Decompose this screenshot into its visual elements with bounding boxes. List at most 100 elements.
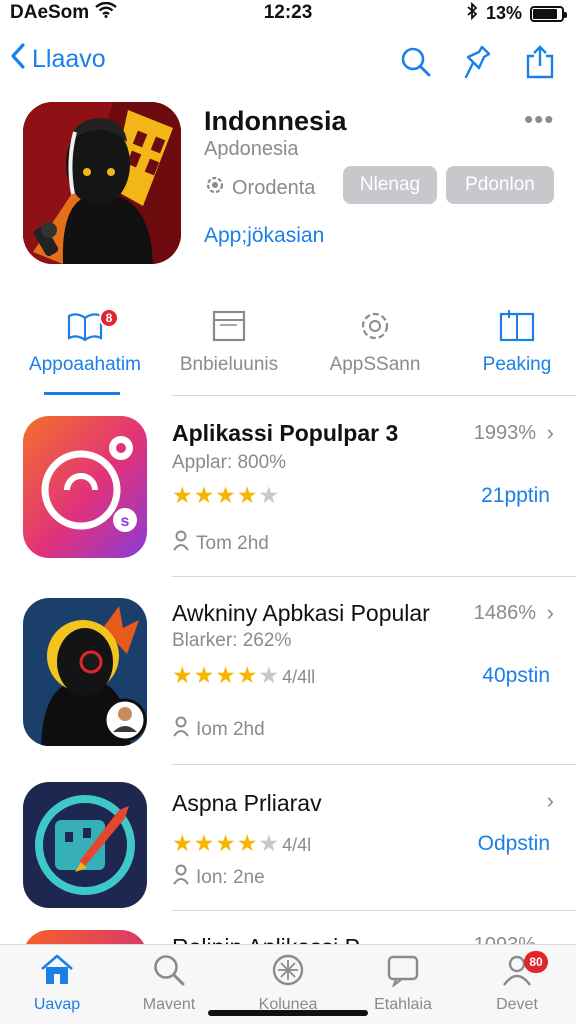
search-icon xyxy=(152,953,186,992)
battery-fill xyxy=(533,8,557,19)
meta-text: Ion: 2ne xyxy=(196,867,265,888)
pin-icon[interactable] xyxy=(460,42,496,82)
tab-label: Appoaahatim xyxy=(29,354,141,375)
battery-percent: 13% xyxy=(485,3,522,23)
battery-icon xyxy=(530,5,567,22)
tabbar-item-2[interactable]: Kolunea xyxy=(233,953,343,1014)
star-filled-icon: ★ xyxy=(172,662,194,688)
nav-bar: Llaavo xyxy=(0,38,576,86)
tabbar-badge: 80 xyxy=(524,951,548,973)
gear-icon xyxy=(204,174,226,202)
tabbar-item-4[interactable]: 80 Devet xyxy=(462,951,572,1014)
rating-extra: 4/4ll xyxy=(282,667,316,687)
app-icon[interactable] xyxy=(23,102,181,264)
item-meta: Ion: 2ne xyxy=(172,864,265,892)
tab-badge: 8 xyxy=(99,308,119,328)
item-title: Aplikassi Populpar 3 xyxy=(172,420,399,446)
chat-icon xyxy=(386,953,420,992)
app-icon[interactable] xyxy=(23,598,147,746)
item-subtitle: Applar: 800% xyxy=(172,452,287,473)
gear-icon xyxy=(357,304,393,348)
divider xyxy=(172,576,576,577)
tab-2[interactable]: AppSSann xyxy=(300,304,450,396)
star-filled-icon: ★ xyxy=(215,482,237,508)
star-rating: ★★★★★ xyxy=(172,482,280,509)
star-empty-icon: ★ xyxy=(258,662,281,688)
nav-actions xyxy=(398,42,558,82)
home-indicator[interactable] xyxy=(208,1010,368,1016)
star-empty-icon: ★ xyxy=(258,830,281,856)
rating-extra: 4/4l xyxy=(282,835,312,855)
back-button[interactable]: Llaavo xyxy=(10,42,106,77)
person-icon xyxy=(172,864,190,892)
get-button[interactable]: 21pptin xyxy=(481,484,550,508)
get-button[interactable]: Odpstin xyxy=(478,832,550,856)
action-button-1[interactable]: Nlenag xyxy=(343,166,437,204)
tabbar-item-1[interactable]: Mavent xyxy=(114,953,224,1014)
star-filled-icon: ★ xyxy=(236,662,259,688)
tab-underline xyxy=(44,392,120,395)
segment-tabs: 8 Appoaahatim Bnbieluunis AppSSann Peaki… xyxy=(0,304,576,396)
tab-label: Bnbieluunis xyxy=(179,354,279,375)
app-icon[interactable]: s xyxy=(23,416,147,558)
item-rank: 1993% xyxy=(473,422,536,444)
action-button-2[interactable]: Pdonlon xyxy=(446,166,554,204)
star-filled-icon: ★ xyxy=(215,830,237,856)
app-icon[interactable] xyxy=(23,782,147,908)
meta-text: Tom 2hd xyxy=(196,533,269,554)
divider xyxy=(172,395,576,396)
developer-row: Orodenta xyxy=(204,174,315,202)
back-label: Llaavo xyxy=(32,45,106,73)
chevron-left-icon xyxy=(10,42,26,77)
app-subtitle: Apdonesia xyxy=(204,138,299,160)
tab-3[interactable]: Peaking xyxy=(442,304,576,396)
item-subtitle: Blarker: 262% xyxy=(172,630,292,651)
app-title: Indonnesia xyxy=(204,106,347,136)
star-filled-icon: ★ xyxy=(193,662,216,688)
tab-1[interactable]: Bnbieluunis xyxy=(154,304,304,396)
chevron-right-icon[interactable]: › xyxy=(547,788,554,814)
share-icon[interactable] xyxy=(522,42,558,82)
more-options-button[interactable]: ••• xyxy=(524,104,554,135)
home-icon xyxy=(39,953,75,992)
tabbar-item-3[interactable]: Etahlaia xyxy=(348,953,458,1014)
person-icon xyxy=(172,716,190,744)
tabbar-label: Mavent xyxy=(142,996,196,1013)
developer-name: Orodenta xyxy=(232,176,316,199)
star-filled-icon: ★ xyxy=(236,482,259,508)
star-filled-icon: ★ xyxy=(172,482,194,508)
chevron-right-icon[interactable]: › xyxy=(547,600,554,626)
compass-icon xyxy=(271,953,305,992)
bluetooth-icon xyxy=(466,1,478,25)
svg-text:s: s xyxy=(121,513,130,530)
star-rating: ★★★★★ 4/4l xyxy=(172,830,311,857)
star-filled-icon: ★ xyxy=(236,830,259,856)
status-right: 13% xyxy=(466,1,567,25)
item-rank: 1486% xyxy=(473,602,536,624)
panel-icon xyxy=(497,304,537,348)
star-filled-icon: ★ xyxy=(172,830,194,856)
item-meta: Iom 2hd xyxy=(172,716,265,744)
book-icon: 8 xyxy=(65,304,119,348)
status-bar: DAeSom 12:23 13% xyxy=(0,0,576,26)
meta-text: Iom 2hd xyxy=(196,719,265,740)
app-link[interactable]: App;jökasian xyxy=(204,224,324,248)
item-title: Aspna Prliarav xyxy=(172,790,322,816)
chevron-right-icon[interactable]: › xyxy=(547,420,554,446)
tabbar-item-0[interactable]: Uavap xyxy=(2,953,112,1014)
list-item[interactable]: s Aplikassi Populpar 3 1993% › Applar: 8… xyxy=(0,414,576,584)
star-filled-icon: ★ xyxy=(215,662,237,688)
person-icon xyxy=(172,530,190,558)
list-item[interactable]: Aspna Prliarav › ★★★★★ 4/4l Odpstin Ion: … xyxy=(0,782,576,916)
list-item[interactable]: Awkniny Apbkasi Popular 1486% › Blarker:… xyxy=(0,596,576,766)
tab-0[interactable]: 8 Appoaahatim xyxy=(10,304,160,396)
star-filled-icon: ★ xyxy=(193,830,216,856)
get-button[interactable]: 40pstin xyxy=(482,664,550,688)
search-icon[interactable] xyxy=(398,42,434,82)
tabbar-label: Devet xyxy=(496,996,538,1013)
item-meta: Tom 2hd xyxy=(172,530,269,558)
tabbar-label: Etahlaia xyxy=(374,996,432,1013)
star-filled-icon: ★ xyxy=(193,482,216,508)
app-header: Indonnesia ••• Apdonesia Orodenta Nlenag… xyxy=(0,96,576,276)
tab-label: Peaking xyxy=(482,354,552,375)
